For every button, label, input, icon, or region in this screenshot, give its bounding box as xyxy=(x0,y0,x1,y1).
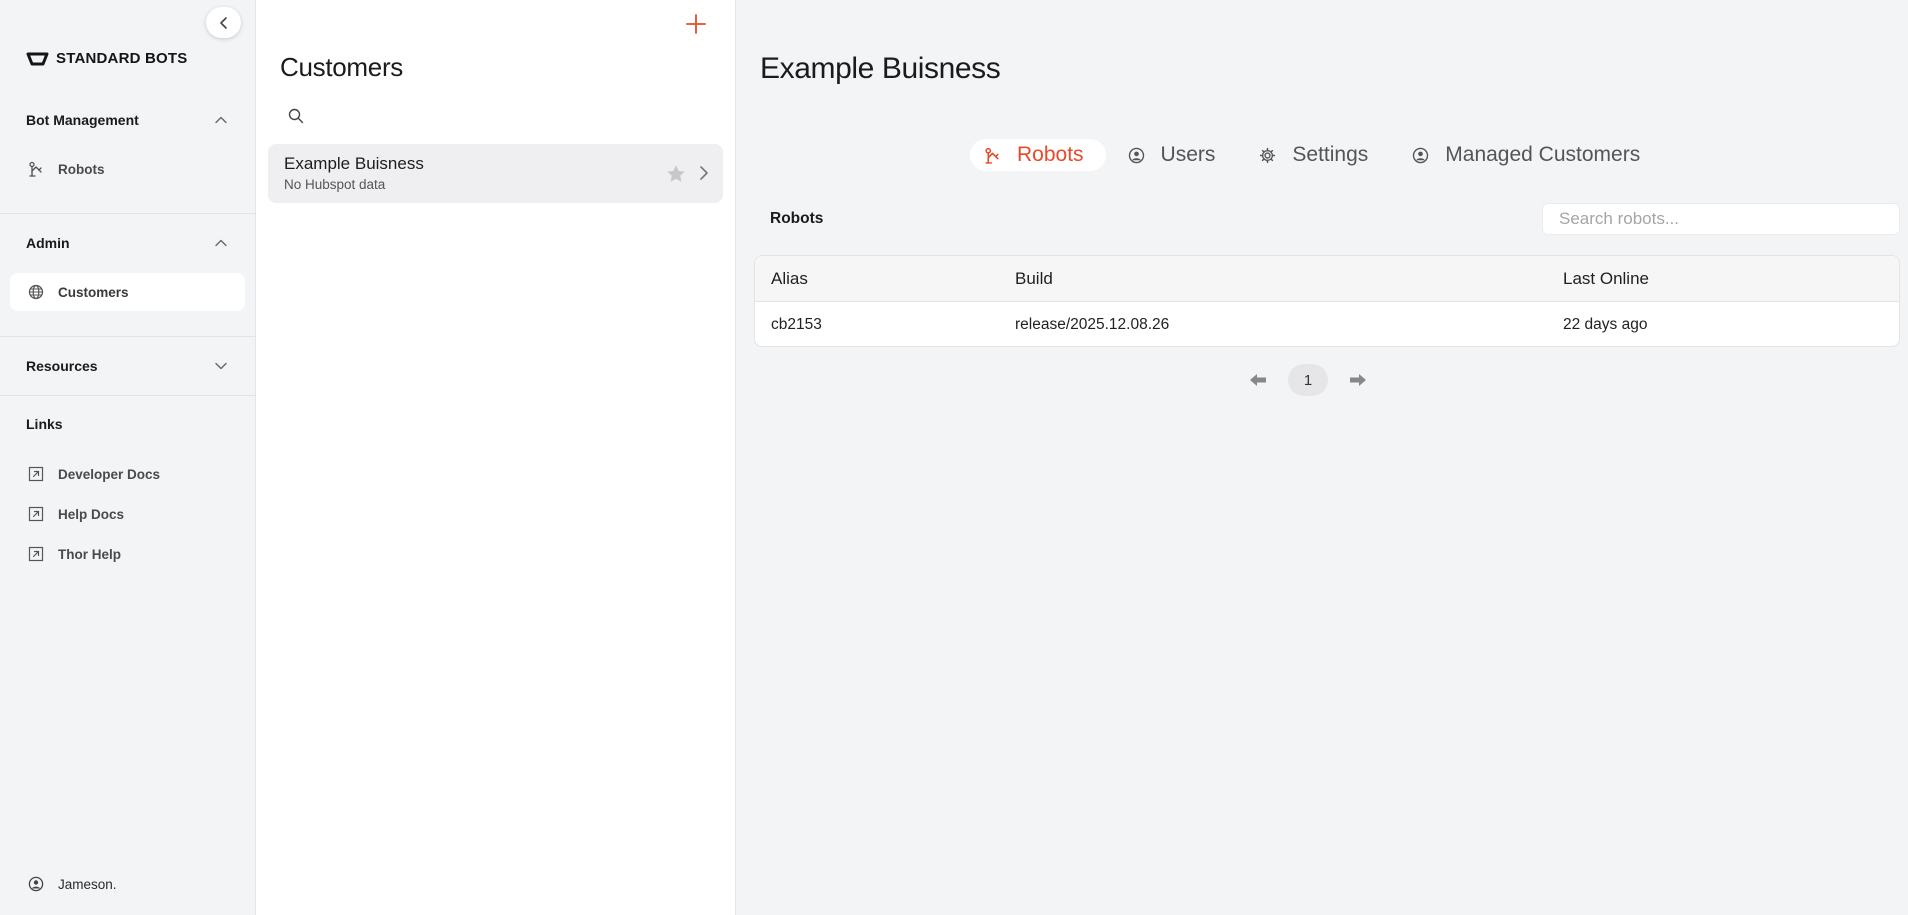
sidebar-item-robots[interactable]: Robots xyxy=(10,150,245,188)
user-circle-icon xyxy=(1128,147,1144,163)
tab-users[interactable]: Users xyxy=(1114,139,1238,171)
collapse-sidebar-button[interactable] xyxy=(206,7,241,38)
sidebar-link-label: Thor Help xyxy=(58,546,121,562)
brand-logo[interactable]: STANDARD BOTS xyxy=(26,50,187,67)
section-header-admin[interactable]: Admin xyxy=(26,231,228,255)
gear-icon xyxy=(1260,147,1276,163)
detail-title: Example Buisness xyxy=(760,52,1001,85)
customers-panel: Customers Example Buisness No Hubspot da… xyxy=(256,0,736,915)
tab-label: Robots xyxy=(1017,143,1084,166)
cell-build: release/2025.12.08.26 xyxy=(1015,316,1170,333)
robots-section-title: Robots xyxy=(770,210,824,227)
tab-robots[interactable]: Robots xyxy=(970,139,1106,171)
detail-tabs: Robots Users Settings Managed Customers xyxy=(970,139,1662,171)
chevron-down-icon xyxy=(215,362,227,370)
tab-label: Managed Customers xyxy=(1445,143,1641,166)
column-header-alias[interactable]: Alias xyxy=(771,256,808,302)
robot-arm-icon xyxy=(985,147,999,164)
arrow-right-icon[interactable] xyxy=(1348,370,1368,390)
plus-icon xyxy=(686,14,706,34)
pagination: 1 xyxy=(1248,364,1368,396)
user-circle-icon xyxy=(28,876,44,892)
arrow-left-icon[interactable] xyxy=(1248,370,1268,390)
customer-list-item[interactable]: Example Buisness No Hubspot data xyxy=(268,144,723,203)
sidebar-item-customers[interactable]: Customers xyxy=(10,273,245,311)
sidebar-link-label: Developer Docs xyxy=(58,466,161,482)
robot-arm-icon xyxy=(29,161,42,177)
tab-settings[interactable]: Settings xyxy=(1245,139,1390,171)
divider xyxy=(0,395,256,396)
page-title: Customers xyxy=(280,52,403,82)
section-header-bot-management[interactable]: Bot Management xyxy=(26,108,228,132)
robot-search-input[interactable] xyxy=(1559,209,1883,229)
cell-last-online: 22 days ago xyxy=(1563,316,1648,333)
globe-icon xyxy=(28,284,44,300)
divider xyxy=(0,213,256,214)
chevron-right-icon xyxy=(700,166,708,180)
chevron-left-icon xyxy=(219,16,227,29)
section-title: Bot Management xyxy=(26,112,139,128)
section-title: Admin xyxy=(26,235,70,251)
robot-search xyxy=(1542,203,1900,235)
tab-label: Users xyxy=(1160,143,1216,166)
add-customer-button[interactable] xyxy=(684,12,708,36)
search-icon xyxy=(288,108,304,124)
star-icon[interactable] xyxy=(665,163,687,185)
brand-name: STANDARD BOTS xyxy=(56,50,188,67)
customer-name: Example Buisness xyxy=(284,154,424,173)
links-title: Links xyxy=(26,416,63,432)
customer-detail: Example Buisness Robots Users Settings M… xyxy=(736,0,1908,915)
column-header-last-online[interactable]: Last Online xyxy=(1563,256,1649,302)
user-circle-icon xyxy=(1413,147,1429,163)
chevron-up-icon xyxy=(215,116,227,124)
sidebar-link-thor-help[interactable]: Thor Help xyxy=(10,535,245,573)
sidebar: STANDARD BOTS Bot Management Robots Admi… xyxy=(0,0,256,915)
external-link-icon xyxy=(28,546,44,562)
section-title: Resources xyxy=(26,358,98,374)
customer-subtitle: No Hubspot data xyxy=(284,177,386,192)
customer-search-input[interactable] xyxy=(314,108,674,124)
customer-search xyxy=(288,104,698,128)
sidebar-item-label: Robots xyxy=(58,161,105,177)
user-name: Jameson. xyxy=(58,876,117,892)
sidebar-link-label: Help Docs xyxy=(58,506,125,522)
cell-alias: cb2153 xyxy=(771,316,822,333)
page-number[interactable]: 1 xyxy=(1288,364,1328,396)
sidebar-item-label: Customers xyxy=(58,284,129,300)
external-link-icon xyxy=(28,506,44,522)
section-header-resources[interactable]: Resources xyxy=(26,354,228,378)
table-header-row: Alias Build Last Online xyxy=(755,256,1899,302)
robots-table: Alias Build Last Online cb2153 release/2… xyxy=(754,255,1900,347)
sidebar-link-help-docs[interactable]: Help Docs xyxy=(10,495,245,533)
standard-bots-logo-icon xyxy=(26,52,49,65)
chevron-up-icon xyxy=(215,239,227,247)
user-menu[interactable]: Jameson. xyxy=(28,876,117,892)
sidebar-link-developer-docs[interactable]: Developer Docs xyxy=(10,455,245,493)
tab-label: Settings xyxy=(1292,143,1369,166)
table-row[interactable]: cb2153 release/2025.12.08.26 22 days ago xyxy=(755,302,1899,346)
external-link-icon xyxy=(28,466,44,482)
column-header-build[interactable]: Build xyxy=(1015,256,1053,302)
tab-managed-customers[interactable]: Managed Customers xyxy=(1398,139,1662,171)
divider xyxy=(0,336,256,337)
